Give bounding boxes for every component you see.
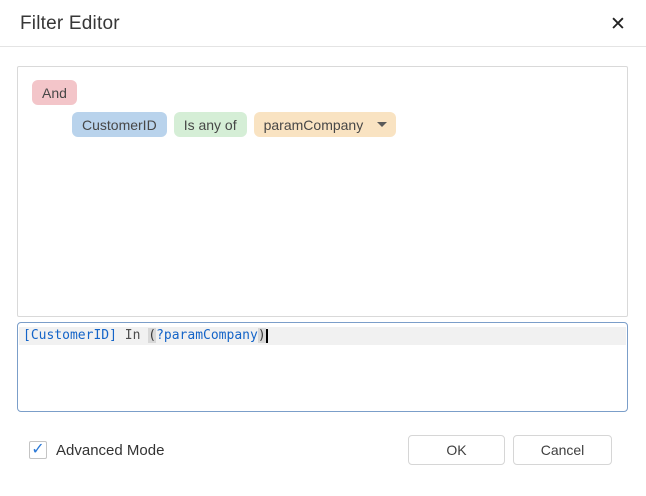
check-icon: ✓ xyxy=(31,442,44,458)
advanced-mode-control: ✓ Advanced Mode xyxy=(29,435,164,465)
close-button[interactable]: ✕ xyxy=(604,10,632,38)
dialog-header: Filter Editor ✕ xyxy=(0,0,646,47)
group-row: And xyxy=(32,80,77,105)
advanced-mode-label[interactable]: Advanced Mode xyxy=(56,442,164,459)
expression-token-open-paren: ( xyxy=(148,328,156,343)
condition-value-label: paramCompany xyxy=(264,117,364,133)
cancel-button[interactable]: Cancel xyxy=(513,435,612,465)
expression-token-parameter: ?paramCompany xyxy=(156,328,258,343)
expression-editor[interactable]: [CustomerID] In (?paramCompany) xyxy=(17,322,628,412)
expression-token-keyword: In xyxy=(117,328,148,343)
condition-field-pill[interactable]: CustomerID xyxy=(72,112,167,137)
filter-builder-panel: And CustomerID Is any of paramCompany xyxy=(17,66,628,317)
page-title: Filter Editor xyxy=(20,0,120,47)
condition-operator-pill[interactable]: Is any of xyxy=(174,112,247,137)
text-cursor xyxy=(266,329,268,343)
ok-button[interactable]: OK xyxy=(408,435,505,465)
close-icon: ✕ xyxy=(610,15,626,34)
advanced-mode-checkbox[interactable]: ✓ xyxy=(29,441,47,459)
expression-token-close-paren: ) xyxy=(258,328,266,343)
group-operator-pill[interactable]: And xyxy=(32,80,77,105)
expression-token-field: [CustomerID] xyxy=(23,328,117,343)
expression-line: [CustomerID] In (?paramCompany) xyxy=(23,328,268,345)
condition-row: CustomerID Is any of paramCompany xyxy=(72,112,396,137)
condition-value-pill[interactable]: paramCompany xyxy=(254,112,397,137)
chevron-down-icon xyxy=(377,122,387,127)
